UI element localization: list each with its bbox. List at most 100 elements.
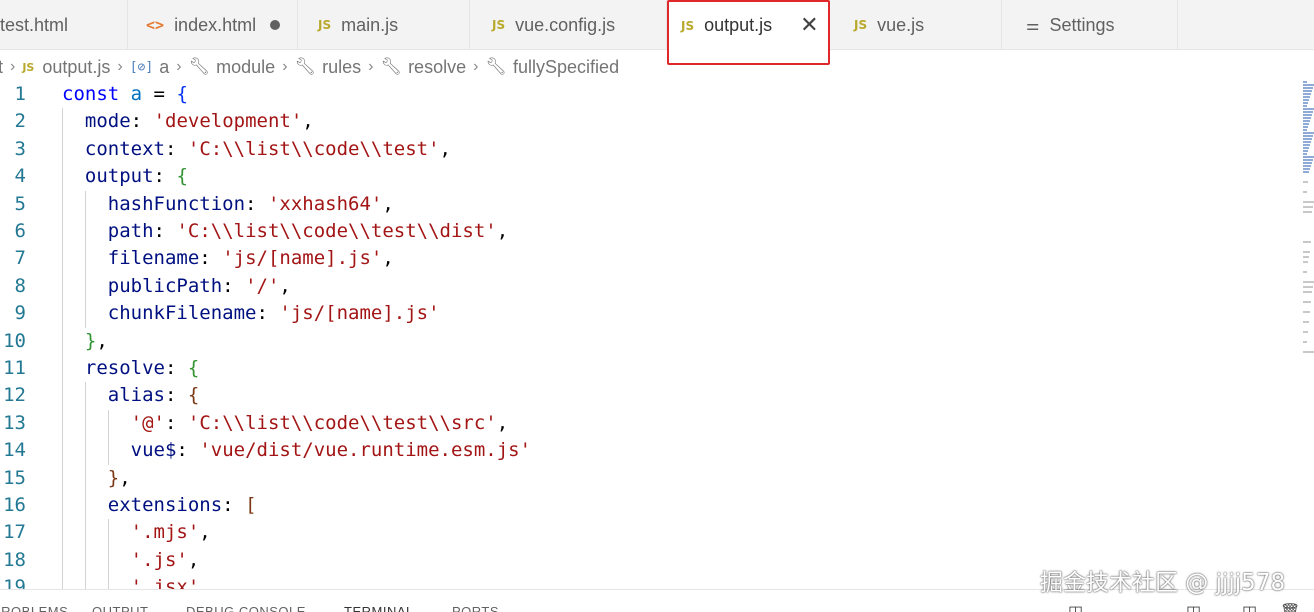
tab-label: Settings <box>1049 14 1115 35</box>
minimap-line <box>1303 256 1309 258</box>
panel-tab-problems[interactable]: PROBLEMS <box>0 604 68 612</box>
line-number: 15 <box>3 466 26 489</box>
minimap-line <box>1303 153 1307 155</box>
minimap-line <box>1303 96 1310 98</box>
code-line[interactable]: 4 output: { <box>0 163 1300 191</box>
code-line[interactable]: 15 }, <box>0 464 1300 492</box>
code-line[interactable]: 11 resolve: { <box>0 355 1300 383</box>
minimap-line <box>1303 117 1311 119</box>
code-text: vue$: 'vue/dist/vue.runtime.esm.js' <box>130 439 532 462</box>
minimap-line <box>1303 206 1313 208</box>
breadcrumb-symbol-resolve[interactable]: resolve <box>408 57 466 78</box>
maximize-icon[interactable]: ◫ <box>1242 602 1257 612</box>
code-text: filename: 'js/[name].js', <box>107 247 394 270</box>
code-line[interactable]: 7 filename: 'js/[name].js', <box>0 245 1300 273</box>
line-number: 5 <box>14 192 26 215</box>
line-number: 10 <box>3 329 26 352</box>
minimap-line <box>1303 261 1308 263</box>
code-line[interactable]: 6 path: 'C:\\list\\code\\test\\dist', <box>0 218 1300 246</box>
panel-tab-terminal[interactable]: TERMINAL <box>344 604 414 612</box>
variable-icon: [⊘] <box>129 59 154 75</box>
line-number: 17 <box>3 521 26 544</box>
minimap-line <box>1303 162 1312 164</box>
code-line[interactable]: 8 publicPath: '/', <box>0 272 1300 301</box>
wrench-icon: 🔧︎ <box>485 57 508 76</box>
chevron-right-icon: › <box>282 58 288 75</box>
minimap-line <box>1303 156 1314 158</box>
code-line[interactable]: 13 '@': 'C:\\list\\code\\test\\src', <box>0 409 1300 438</box>
line-number: 9 <box>14 302 26 325</box>
minimap-line <box>1303 81 1307 83</box>
minimap-line <box>1303 135 1313 137</box>
code-text: '.js', <box>130 548 200 571</box>
minimap-line <box>1303 191 1307 193</box>
line-number: 18 <box>3 548 26 571</box>
js-icon: JS <box>318 18 332 32</box>
code-text: resolve: { <box>84 357 200 379</box>
code-line[interactable]: 12 alias: { <box>0 382 1300 410</box>
tab-vue-config-js[interactable]: JS vue.config.js <box>470 0 667 50</box>
breadcrumb-folder[interactable]: t <box>0 57 3 78</box>
minimap-line <box>1303 138 1312 140</box>
minimap-line <box>1303 105 1307 107</box>
code-line[interactable]: 16 extensions: [ <box>0 492 1300 520</box>
line-number: 2 <box>14 110 26 133</box>
tab-index-html[interactable]: <> index.html <box>128 0 298 50</box>
code-text: path: 'C:\\list\\code\\test\\dist', <box>107 220 509 242</box>
tab-settings[interactable]: ⚌ Settings <box>1002 0 1178 50</box>
code-editor[interactable]: 1 const a = {2 mode: 'development', 3 cont… <box>0 81 1302 589</box>
minimap-line <box>1303 168 1310 170</box>
code-line[interactable]: 10 }, <box>0 327 1300 355</box>
minimap-line <box>1303 171 1309 173</box>
minimap-line <box>1303 291 1312 293</box>
layout-icon[interactable]: ◫ <box>1186 602 1201 612</box>
minimap-line <box>1303 165 1311 167</box>
minimap-line <box>1303 132 1314 134</box>
unsaved-dot-icon[interactable] <box>270 20 281 30</box>
tab-vue-js[interactable]: JS vue.js <box>830 0 1002 50</box>
breadcrumb-symbol-rules[interactable]: rules <box>322 57 361 78</box>
tab-label: test.html <box>0 14 69 35</box>
code-text: '.jsx', <box>130 576 211 589</box>
watermark: 掘金技术社区 @ jjjj578 <box>1040 570 1286 596</box>
tab-main-js[interactable]: JS main.js <box>298 0 470 50</box>
code-line[interactable]: 2 mode: 'development', <box>0 108 1300 136</box>
panel-tab-output[interactable]: OUTPUT <box>92 604 148 612</box>
js-icon: JS <box>492 18 506 32</box>
line-number: 16 <box>3 494 26 516</box>
panel-tab-ports[interactable]: PORTS <box>452 604 499 612</box>
split-terminal-icon[interactable]: ◫ <box>1068 602 1083 612</box>
line-number: 19 <box>3 576 26 589</box>
breadcrumb-symbol-fullyspecified[interactable]: fullySpecified <box>513 57 619 78</box>
code-text: hashFunction: 'xxhash64', <box>107 192 394 215</box>
code-text: '@': 'C:\\list\\code\\test\\src', <box>130 411 509 434</box>
breadcrumb-symbol-a[interactable]: a <box>159 57 169 78</box>
panel-tab-debug-console[interactable]: DEBUG CONSOLE <box>186 604 306 612</box>
minimap-line <box>1303 159 1313 161</box>
code-text: mode: 'development', <box>84 110 314 133</box>
code-text: chunkFilename: 'js/[name].js' <box>107 302 440 325</box>
code-text: const a = { <box>62 83 188 105</box>
wrench-icon: 🔧︎ <box>294 57 317 76</box>
minimap-line <box>1303 93 1311 95</box>
minimap[interactable] <box>1302 81 1314 589</box>
breadcrumb-symbol-module[interactable]: module <box>216 57 275 78</box>
line-number: 7 <box>14 247 26 270</box>
code-line[interactable]: 17 '.mjs', <box>0 519 1300 547</box>
tab-label: vue.js <box>877 14 925 35</box>
chevron-right-icon: › <box>176 58 182 75</box>
trash-icon[interactable]: 🗑︎ <box>1280 602 1300 612</box>
code-line[interactable]: 5 hashFunction: 'xxhash64', <box>0 190 1300 218</box>
breadcrumb-file[interactable]: output.js <box>42 57 110 78</box>
wrench-icon: 🔧︎ <box>188 57 211 76</box>
code-line[interactable]: 9 chunkFilename: 'js/[name].js' <box>0 300 1300 328</box>
minimap-line <box>1303 144 1310 146</box>
code-line[interactable]: 3 context: 'C:\\list\\code\\test', <box>0 135 1300 164</box>
code-text: publicPath: '/', <box>107 274 291 297</box>
code-line[interactable]: 14 vue$: 'vue/dist/vue.runtime.esm.js' <box>0 437 1300 465</box>
minimap-line <box>1303 126 1308 128</box>
code-line[interactable]: 1 const a = { <box>0 81 1300 108</box>
minimap-line <box>1303 114 1312 116</box>
minimap-line <box>1303 129 1307 131</box>
tab-test-html[interactable]: test.html <box>0 0 128 50</box>
